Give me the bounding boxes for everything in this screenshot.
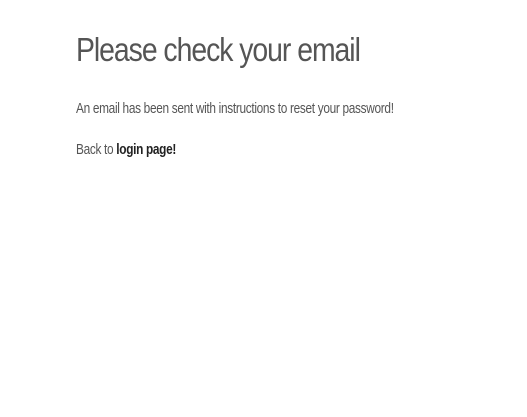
page-title: Please check your email (76, 31, 361, 68)
back-to-prefix: Back to (76, 141, 117, 158)
confirmation-panel: Please check your email An email has bee… (76, 28, 516, 160)
back-to-login-line: Back to login page! (76, 140, 424, 160)
confirmation-message: An email has been sent with instructions… (76, 100, 394, 117)
login-page-link[interactable]: login page! (116, 141, 176, 158)
